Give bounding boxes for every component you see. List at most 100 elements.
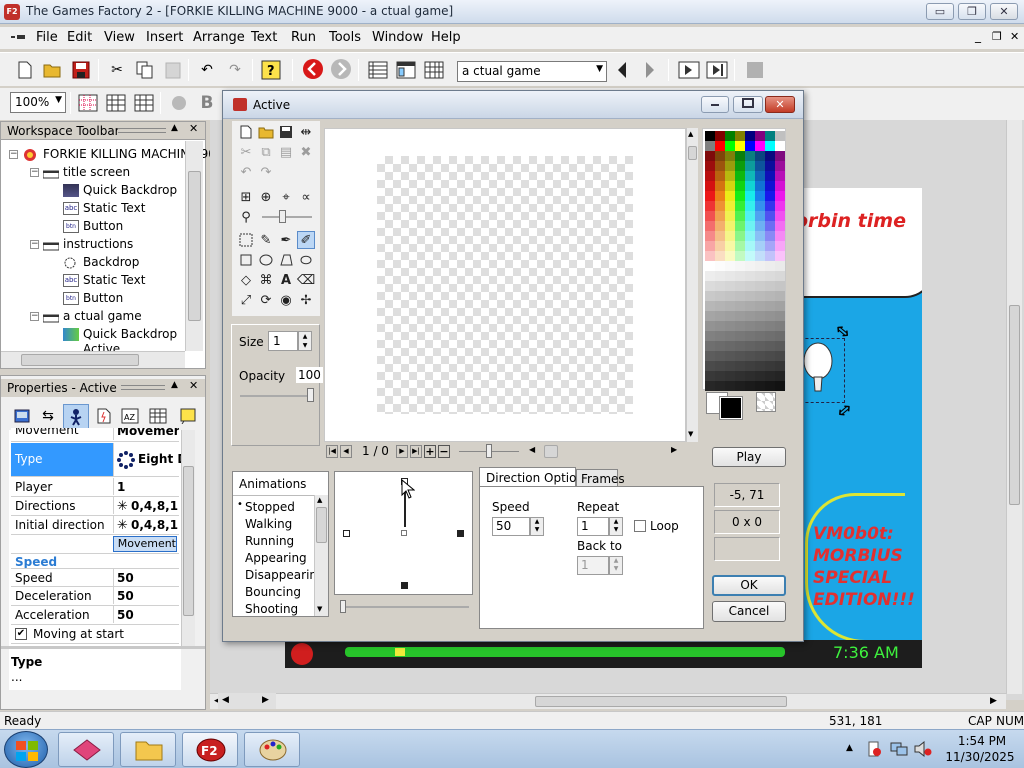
color-swatch[interactable] — [765, 201, 775, 211]
color-swatch[interactable] — [765, 281, 775, 291]
color-swatch[interactable] — [755, 211, 765, 221]
tab-frames[interactable]: Frames — [576, 469, 625, 487]
editor-vertical-scrollbar[interactable] — [1006, 120, 1022, 694]
color-swatch[interactable] — [735, 161, 745, 171]
color-swatch[interactable] — [765, 321, 775, 331]
color-swatch[interactable] — [755, 221, 765, 231]
ellipse-tool-icon[interactable] — [257, 251, 275, 269]
mdi-icon[interactable] — [10, 31, 26, 43]
color-swatch[interactable] — [715, 191, 725, 201]
scrollbar-thumb[interactable] — [183, 466, 194, 616]
object-icon[interactable] — [168, 92, 190, 114]
color-swatch[interactable] — [775, 221, 785, 231]
tree-collapse-icon[interactable]: − — [9, 150, 18, 159]
color-swatch[interactable] — [775, 281, 785, 291]
color-swatch[interactable] — [755, 251, 765, 261]
frame-select[interactable]: a ctual game ▼ — [457, 61, 607, 82]
cut-icon[interactable]: ✂ — [106, 59, 128, 81]
animation-item-stopped[interactable]: Stopped — [245, 500, 295, 514]
color-swatch[interactable] — [735, 201, 745, 211]
tree-collapse-icon[interactable]: − — [30, 168, 39, 177]
color-swatch[interactable] — [765, 181, 775, 191]
color-swatch[interactable] — [735, 351, 745, 361]
prop-row-initial-direction[interactable]: Initial direction 0,4,8,12,16,20,24,28 ✳ — [11, 516, 179, 535]
color-swatch[interactable] — [735, 301, 745, 311]
tree-object[interactable]: btn Button — [63, 217, 123, 235]
base-color-swatch[interactable] — [735, 141, 745, 151]
polygon-tool-icon[interactable] — [277, 251, 295, 269]
scrollbar-thumb[interactable] — [535, 696, 787, 707]
zoom-select[interactable]: 100% ▼ — [10, 92, 66, 113]
color-swatch[interactable] — [715, 221, 725, 231]
prop-row-type[interactable]: Type Eight Directions — [11, 443, 181, 477]
color-swatch[interactable] — [775, 341, 785, 351]
color-swatch[interactable] — [705, 341, 715, 351]
tree-frame-instructions[interactable]: instructions — [42, 235, 133, 253]
brush-tool-icon[interactable]: ✐ — [297, 231, 315, 249]
color-swatch[interactable] — [735, 231, 745, 241]
color-swatch[interactable] — [725, 301, 735, 311]
color-swatch[interactable] — [715, 331, 725, 341]
frame-slider-thumb[interactable] — [486, 444, 492, 458]
tree-object[interactable]: Quick Backdrop — [63, 181, 177, 199]
base-color-swatch[interactable] — [775, 131, 785, 141]
start-button[interactable] — [4, 731, 48, 768]
prop-row-player[interactable]: Player 1 — [11, 478, 179, 497]
hotspot-tool-icon[interactable]: ✢ — [297, 291, 315, 309]
tree-frame-title-screen[interactable]: title screen — [42, 163, 130, 181]
color-swatch[interactable] — [765, 191, 775, 201]
foreground-color-swatch[interactable] — [719, 396, 743, 420]
prop-row-directions[interactable]: Directions 0,4,8,12,16,20,24,28 ✳ — [11, 497, 179, 516]
color-swatch[interactable] — [765, 271, 775, 281]
color-swatch[interactable] — [735, 191, 745, 201]
fill-tool-icon[interactable]: ◇ — [237, 271, 255, 289]
menu-view[interactable]: View — [104, 30, 135, 45]
color-swatch[interactable] — [775, 361, 785, 371]
delete-icon[interactable]: ✖ — [297, 143, 315, 161]
color-swatch[interactable] — [775, 201, 785, 211]
prop-row-moving-at-start[interactable]: ✔ Moving at start — [11, 625, 179, 644]
menu-text[interactable]: Text — [251, 30, 277, 45]
color-swatch[interactable] — [765, 341, 775, 351]
base-color-swatch[interactable] — [765, 141, 775, 151]
back-to-input[interactable]: 1 — [577, 556, 609, 575]
color-swatch[interactable] — [725, 331, 735, 341]
scroll-right-icon[interactable]: ▶ — [262, 695, 269, 705]
prop-row-deceleration[interactable]: Deceleration 50 — [11, 587, 179, 606]
base-color-swatch[interactable] — [725, 141, 735, 151]
volume-muted-icon[interactable] — [914, 740, 932, 758]
base-color-swatch[interactable] — [705, 131, 715, 141]
color-swatch[interactable] — [705, 171, 715, 181]
prop-row-acceleration[interactable]: Acceleration 50 — [11, 606, 179, 625]
loop-checkbox[interactable] — [634, 520, 646, 532]
tree-object[interactable]: abc Static Text — [63, 199, 145, 217]
snap-to-grid-icon[interactable] — [133, 92, 155, 114]
color-swatch[interactable] — [705, 161, 715, 171]
color-swatch[interactable] — [705, 191, 715, 201]
color-swatch[interactable] — [725, 371, 735, 381]
color-swatch[interactable] — [715, 181, 725, 191]
color-swatch[interactable] — [745, 311, 755, 321]
text-tool-icon[interactable]: A — [277, 271, 295, 289]
base-color-swatch[interactable] — [715, 141, 725, 151]
color-swatch[interactable] — [735, 291, 745, 301]
paste-icon[interactable] — [162, 59, 184, 81]
tree-object[interactable]: btn Button — [63, 289, 123, 307]
menu-arrange[interactable]: Arrange — [193, 30, 245, 45]
movement-tab-icon[interactable] — [63, 404, 89, 429]
color-swatch[interactable] — [755, 171, 765, 181]
settings-tab-icon[interactable] — [11, 405, 33, 427]
color-swatch[interactable] — [755, 241, 765, 251]
prop-row-speed[interactable]: Speed 50 — [11, 568, 179, 587]
color-swatch[interactable] — [745, 331, 755, 341]
color-swatch[interactable] — [735, 211, 745, 221]
color-swatch[interactable] — [715, 301, 725, 311]
color-swatch[interactable] — [755, 261, 765, 271]
color-swatch[interactable] — [745, 321, 755, 331]
show-hidden-icons-icon[interactable]: ▲ — [846, 743, 853, 753]
display-tab-icon[interactable]: ⇆ — [37, 405, 59, 427]
color-swatch[interactable] — [725, 171, 735, 181]
clock-date[interactable]: 11/30/2025 — [942, 750, 1018, 764]
color-swatch[interactable] — [755, 151, 765, 161]
color-swatch[interactable] — [705, 241, 715, 251]
